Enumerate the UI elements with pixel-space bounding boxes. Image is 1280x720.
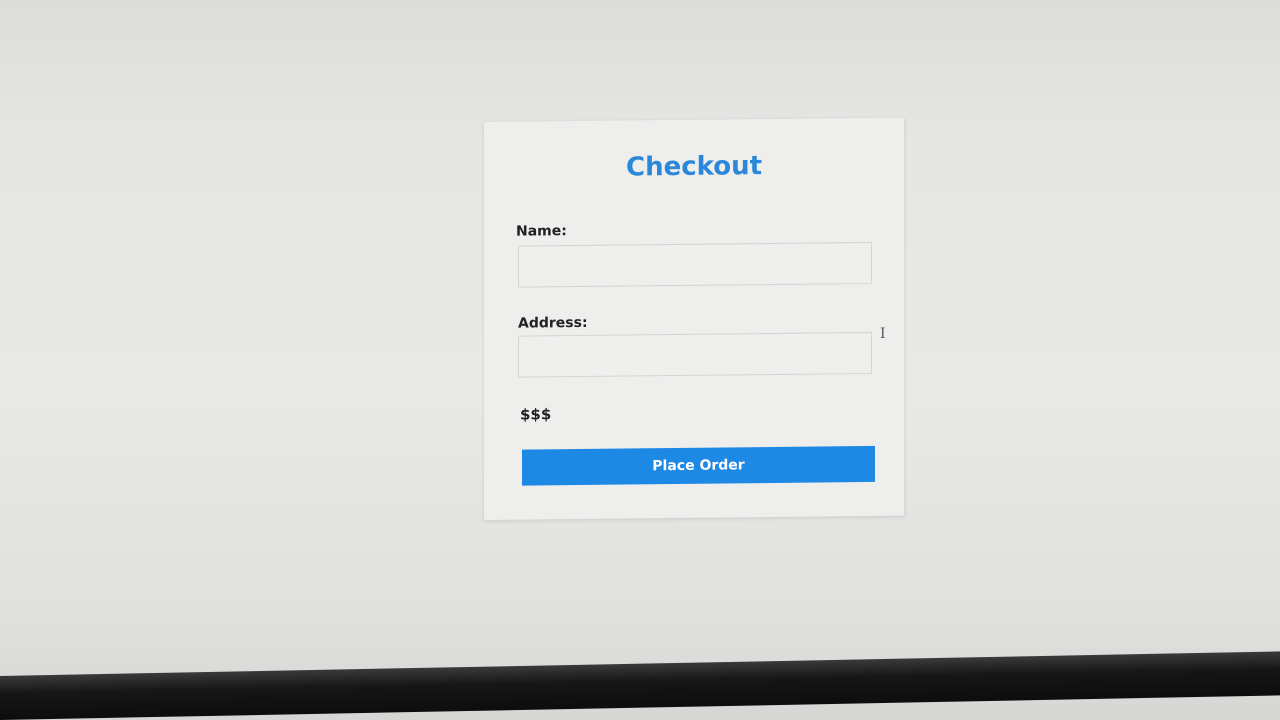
- page-title: Checkout: [625, 151, 763, 183]
- place-order-button[interactable]: Place Order: [522, 445, 875, 486]
- address-label: Address:: [518, 314, 588, 332]
- text-cursor-icon: I: [880, 326, 886, 342]
- browser-page: Checkout Name: Address: $$$ Place Order …: [0, 0, 1280, 690]
- name-label: Name:: [516, 223, 567, 240]
- checkout-card: Checkout Name: Address: $$$ Place Order: [484, 117, 904, 520]
- price-display: $$$: [520, 405, 552, 424]
- address-field[interactable]: [518, 331, 872, 378]
- name-field[interactable]: [518, 241, 872, 288]
